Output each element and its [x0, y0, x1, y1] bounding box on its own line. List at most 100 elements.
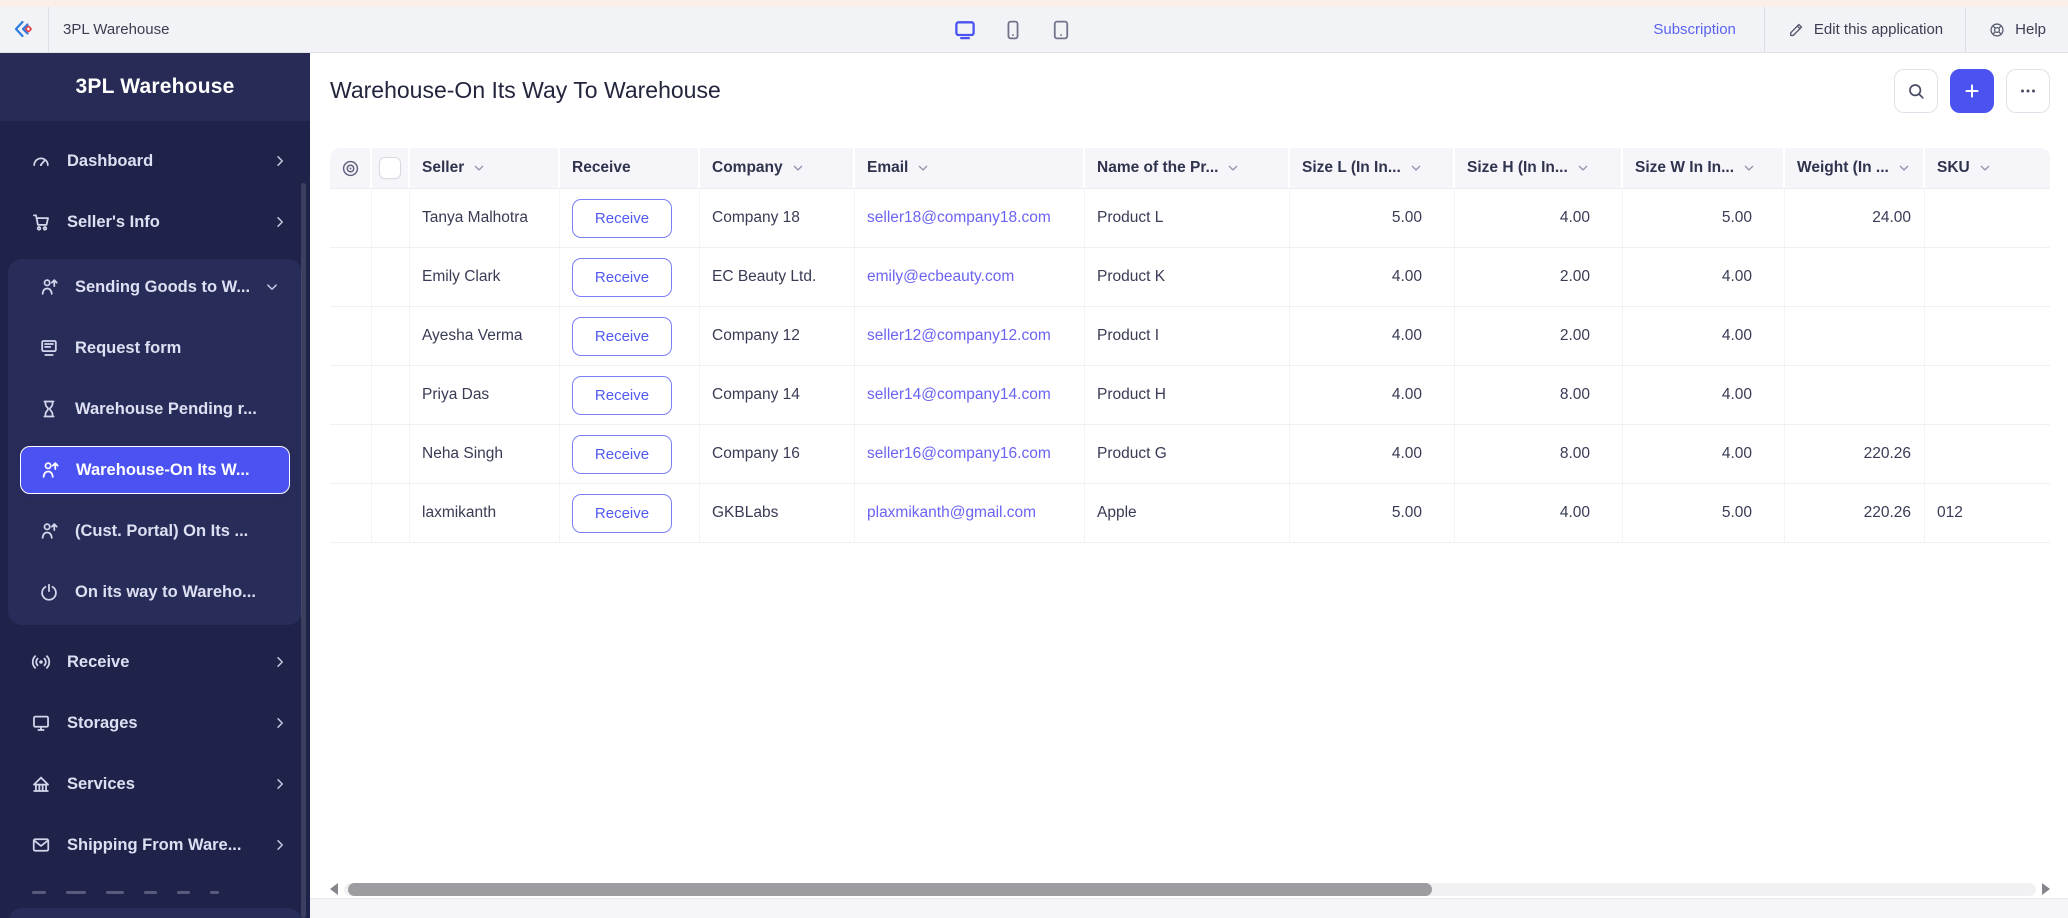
receive-button[interactable]: Receive — [572, 199, 672, 238]
more-options-button[interactable] — [2006, 69, 2050, 113]
chevron-down-icon[interactable] — [1742, 161, 1756, 175]
column-header-company: Company — [700, 148, 855, 188]
select-all-checkbox[interactable] — [379, 157, 401, 179]
email-link[interactable]: seller12@company12.com — [867, 327, 1051, 345]
table-row[interactable]: Ayesha VermaReceiveCompany 12seller12@co… — [330, 307, 2050, 366]
column-header-visibility — [330, 148, 372, 188]
help-button[interactable]: Help — [1965, 7, 2068, 52]
cell-size_w: 4.00 — [1623, 425, 1785, 483]
sidebar-item-label: Request form — [75, 339, 280, 358]
edit-application-button[interactable]: Edit this application — [1764, 7, 1965, 52]
column-label: Weight (In ... — [1797, 159, 1889, 177]
chevron-down-icon[interactable] — [1409, 161, 1423, 175]
table-row[interactable]: Priya DasReceiveCompany 14seller14@compa… — [330, 366, 2050, 425]
scrollbar-track[interactable] — [344, 883, 2036, 896]
sidebar-item[interactable]: On its way to Wareho... — [20, 568, 290, 616]
email-link[interactable]: seller16@company16.com — [867, 445, 1051, 463]
bottom-strip — [310, 898, 2068, 918]
desktop-icon[interactable] — [953, 18, 977, 42]
sidebar-item[interactable]: Shipping From Ware... — [10, 821, 300, 869]
subscription-link[interactable]: Subscription — [1625, 7, 1764, 52]
sidebar-item[interactable]: Services — [10, 760, 300, 808]
receive-button[interactable]: Receive — [572, 317, 672, 356]
chevron-down-icon[interactable] — [1978, 161, 1992, 175]
cell-size_w: 4.00 — [1623, 307, 1785, 365]
cell-select — [372, 189, 410, 247]
target-icon[interactable] — [340, 158, 361, 179]
device-preview-group — [953, 7, 1073, 52]
cell-email: seller18@company18.com — [855, 189, 1085, 247]
form-icon — [38, 337, 60, 359]
cell-sku — [1925, 425, 2050, 483]
email-link[interactable]: seller18@company18.com — [867, 209, 1051, 227]
cell-visibility — [330, 425, 372, 483]
topbar: 3PL Warehouse Subscription Edit this app… — [0, 7, 2068, 53]
main-panel: Warehouse-On Its Way To Warehouse Seller… — [310, 53, 2068, 918]
sidebar-group: Sending Goods to W... Request form Warehou… — [8, 259, 302, 625]
sidebar-item[interactable]: Storages — [10, 699, 300, 747]
cell-visibility — [330, 248, 372, 306]
cell-select — [372, 366, 410, 424]
sidebar-item[interactable]: Warehouse Pending r... — [20, 385, 290, 433]
search-button[interactable] — [1894, 69, 1938, 113]
table-row[interactable]: Tanya MalhotraReceiveCompany 18seller18@… — [330, 189, 2050, 248]
receive-button[interactable]: Receive — [572, 258, 672, 297]
person-up-icon — [38, 276, 60, 298]
cell-company: GKBLabs — [700, 484, 855, 542]
email-link[interactable]: seller14@company14.com — [867, 386, 1051, 404]
add-record-button[interactable] — [1950, 69, 1994, 113]
search-icon — [1906, 81, 1926, 101]
table-row[interactable]: Neha Singh Receive Company 16 seller16@comp… — [330, 425, 2050, 484]
column-header-seller: Seller — [410, 148, 560, 188]
sidebar-item[interactable]: Sending Goods to W... — [20, 263, 290, 311]
cell-company: Company 14 — [700, 366, 855, 424]
cell-visibility — [330, 484, 372, 542]
chevron-down-icon[interactable] — [1226, 161, 1240, 175]
app-logo[interactable] — [0, 7, 49, 52]
tablet-icon[interactable] — [1049, 18, 1073, 42]
column-label: Company — [712, 159, 783, 177]
sidebar-item[interactable]: Warehouse-On Its W... — [20, 446, 290, 494]
email-link[interactable]: plaxmikanth@gmail.com — [867, 504, 1036, 522]
sidebar-item[interactable]: Dashboard — [10, 137, 300, 185]
sidebar-nav: Dashboard Seller's Info Sending Goods to W… — [0, 121, 310, 869]
table-row[interactable]: Emily ClarkReceiveEC Beauty Ltd.emily@ec… — [330, 248, 2050, 307]
receive-button[interactable]: Receive — [572, 435, 672, 474]
chevron-down-icon[interactable] — [1897, 161, 1911, 175]
cell-company: Company 16 — [700, 425, 855, 483]
sidebar-item[interactable]: (Cust. Portal) On Its ... — [20, 507, 290, 555]
phone-icon[interactable] — [1001, 18, 1025, 42]
scrollbar-thumb[interactable] — [348, 883, 1432, 896]
column-header-sku: SKU — [1925, 148, 2050, 188]
receive-button[interactable]: Receive — [572, 494, 672, 533]
sidebar-item-label: Storages — [67, 714, 272, 733]
chevron-down-icon[interactable] — [916, 161, 930, 175]
cell-seller: Neha Singh — [410, 425, 560, 483]
cell-seller: Tanya Malhotra — [410, 189, 560, 247]
dots-icon — [2018, 81, 2038, 101]
topbar-right: Subscription Edit this application Help — [1625, 7, 2068, 52]
scroll-left-arrow[interactable] — [330, 883, 338, 895]
chevron-down-icon[interactable] — [791, 161, 805, 175]
scroll-right-arrow[interactable] — [2042, 883, 2050, 895]
column-label: Email — [867, 159, 908, 177]
sidebar-item[interactable]: Request form — [20, 324, 290, 372]
table-row[interactable]: laxmikanthReceiveGKBLabsplaxmikanth@gmai… — [330, 484, 2050, 543]
column-label: Seller — [422, 159, 464, 177]
sidebar-item-label: Seller's Info — [67, 213, 272, 232]
cell-visibility — [330, 189, 372, 247]
sidebar-app-title: 3PL Warehouse — [0, 53, 310, 121]
creator-logo-icon — [12, 18, 36, 42]
chevron-down-icon[interactable] — [472, 161, 486, 175]
sidebar-item[interactable]: Seller's Info — [10, 198, 300, 246]
sidebar-item-label: Shipping From Ware... — [67, 836, 272, 855]
sidebar-scrollbar[interactable] — [301, 183, 306, 918]
chevron-right-icon — [272, 153, 288, 169]
sidebar-item[interactable]: Receive — [10, 638, 300, 686]
chevron-down-icon[interactable] — [1576, 161, 1590, 175]
cell-size_w: 4.00 — [1623, 366, 1785, 424]
cell-weight: 24.00 — [1785, 189, 1925, 247]
sidebar-clipped-item — [32, 891, 219, 894]
receive-button[interactable]: Receive — [572, 376, 672, 415]
email-link[interactable]: emily@ecbeauty.com — [867, 268, 1014, 286]
